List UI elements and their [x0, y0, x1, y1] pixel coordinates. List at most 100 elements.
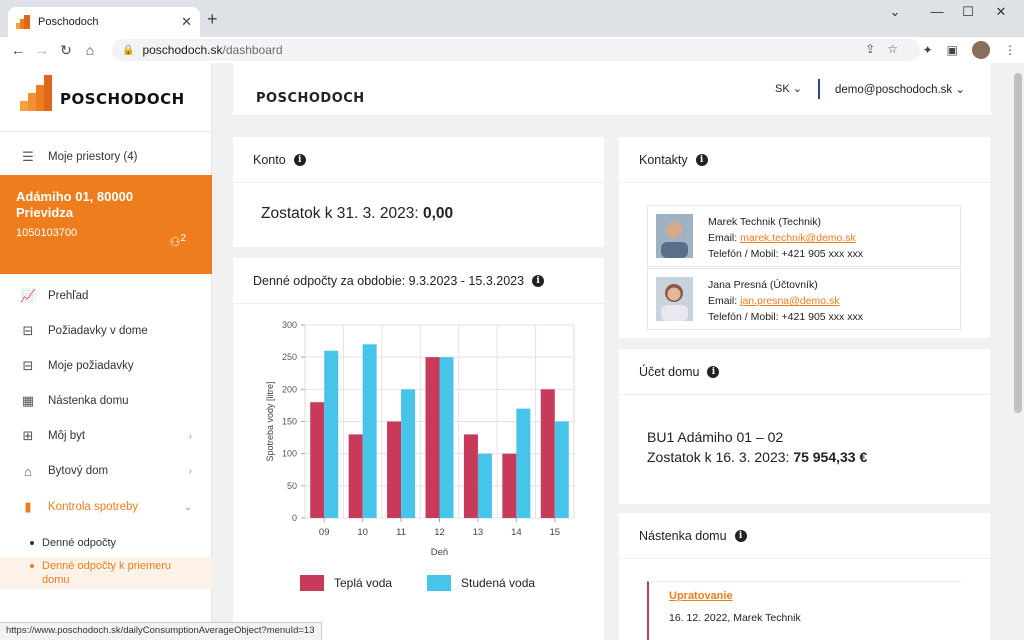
legend-swatch — [427, 575, 451, 591]
bar-cold-09 — [324, 350, 339, 518]
y-tick-label: 250 — [282, 352, 297, 362]
bar-hot-12 — [425, 357, 440, 518]
sidebar-item-label: Moje požiadavky — [48, 360, 134, 372]
card-header: Kontakty i — [619, 137, 990, 183]
address-bar[interactable]: 🔒 poschodoch.sk/dashboard ⇪☆ — [112, 39, 920, 61]
account-balance: Zostatok k 31. 3. 2023: 0,00 — [261, 205, 454, 222]
floorplan-icon: ⊞ — [22, 428, 34, 443]
chevron-down-icon: ⌄ — [792, 83, 802, 95]
sidebar-item-kontrola-spotreby[interactable]: ▮ Kontrola spotreby ⌄ — [0, 490, 212, 524]
readings-card: Denné odpočty za obdobie: 9.3.2023 - 15.… — [233, 258, 604, 640]
sidebar-item-label: Kontrola spotreby — [48, 501, 139, 513]
calendar-icon: ▦ — [21, 393, 35, 408]
share-bookmark-icons[interactable]: ⇪☆ — [865, 42, 910, 56]
consumption-chart: 0 50 100 150 200 250 300 09 10 11 12 13 14 15 Deň Spotr… — [265, 320, 575, 558]
info-icon[interactable]: i — [734, 529, 747, 542]
reload-icon[interactable]: ↻ — [54, 42, 78, 59]
info-icon[interactable]: i — [707, 365, 720, 378]
info-icon[interactable]: i — [293, 153, 306, 166]
users-icon: ⚇ — [169, 235, 181, 249]
maximize-icon[interactable]: ☐ — [953, 4, 983, 20]
browser-toolbar: ← → ↻ ⌂ 🔒 poschodoch.sk/dashboard ⇪☆ ✦ ▣… — [0, 37, 1024, 63]
x-tick-label: 11 — [396, 527, 406, 538]
close-window-icon[interactable]: ✕ — [986, 4, 1016, 20]
card-header: Nástenka domu i — [619, 513, 990, 559]
bar-cold-10 — [362, 344, 377, 518]
legend-swatch — [300, 575, 324, 591]
header-brand: POSCHODOCH — [256, 91, 365, 106]
language-select[interactable]: SK ⌄ — [775, 82, 802, 95]
sidebar-item-moj-byt[interactable]: ⊞ Môj byt › — [0, 419, 212, 453]
back-icon[interactable]: ← — [6, 42, 30, 58]
bar-chart-icon: ▮ — [24, 499, 32, 514]
chevron-right-icon: › — [188, 430, 192, 442]
sidebar-item-nastenka[interactable]: ▦ Nástenka domu — [0, 384, 212, 418]
contact-photo — [656, 277, 693, 321]
contact-email-link[interactable]: jan.presna@demo.sk — [740, 295, 839, 307]
minimize-icon[interactable]: — — [922, 4, 952, 19]
bar-hot-11 — [387, 421, 402, 518]
sidebar-item-label: Bytový dom — [48, 465, 109, 477]
house-balance: Zostatok k 16. 3. 2023: 75 954,33 € — [647, 449, 868, 465]
browser-tab[interactable]: Poschodoch ✕ — [8, 7, 200, 37]
url-text: poschodoch.sk/dashboard — [142, 43, 283, 57]
menu-icon[interactable]: ⋮ — [1004, 43, 1016, 57]
sidebar-item-prehlad[interactable]: 📈 Prehľad — [0, 279, 212, 313]
profile-avatar[interactable] — [972, 41, 990, 59]
card-header: Účet domu i — [619, 349, 990, 395]
y-tick-label: 200 — [282, 384, 297, 394]
info-icon[interactable]: i — [695, 153, 708, 166]
bar-hot-13 — [463, 434, 478, 518]
x-axis-label: Deň — [431, 547, 448, 558]
sidepanel-icon[interactable]: ▣ — [947, 43, 958, 57]
logo-mark-icon — [20, 75, 56, 111]
sliders-icon: ☰ — [22, 149, 34, 164]
premises-label: Moje priestory (4) — [48, 151, 138, 163]
logo[interactable]: POSCHODOCH — [20, 73, 200, 113]
x-tick-label: 10 — [357, 527, 368, 538]
home-icon[interactable]: ⌂ — [78, 42, 102, 58]
bar-hot-15 — [540, 389, 555, 518]
sidebar-item-poziadavky-v-dome[interactable]: ⊟ Požiadavky v dome — [0, 314, 212, 348]
notice-title[interactable]: Upratovanie — [669, 590, 961, 602]
forward-icon[interactable]: → — [30, 42, 54, 58]
user-menu[interactable]: demo@poschodoch.sk ⌄ — [835, 82, 965, 96]
y-axis-label: Spotreba vody [litre] — [265, 381, 275, 461]
scrollbar-thumb[interactable] — [1014, 73, 1022, 413]
bar-cold-15 — [554, 421, 569, 518]
contact-email-link[interactable]: marek.technik@demo.sk — [740, 232, 856, 244]
sidebar-item-label: Prehľad — [48, 290, 89, 302]
sidebar-item-moje-poziadavky[interactable]: ⊟ Moje požiadavky — [0, 349, 212, 383]
lock-icon: 🔒 — [122, 44, 135, 56]
extensions-icon[interactable]: ✦ — [923, 43, 933, 57]
close-tab-icon[interactable]: ✕ — [181, 14, 192, 30]
sidebar-item-label: Požiadavky v dome — [48, 325, 148, 337]
legend-item-hot[interactable]: Teplá voda — [300, 575, 392, 591]
account-name: BU1 Adámiho 01 – 02 — [647, 429, 784, 445]
new-tab-icon[interactable]: + — [207, 10, 218, 28]
sidebar-item-bytovy-dom[interactable]: ⌂ Bytový dom › — [0, 454, 212, 488]
info-icon[interactable]: i — [532, 274, 545, 287]
contact-photo — [656, 214, 693, 258]
y-tick-label: 100 — [282, 449, 297, 459]
x-tick-label: 09 — [319, 527, 330, 538]
property-name: Adámiho 01, 80000 Prievidza — [16, 189, 134, 220]
subitem-denne-odpocty[interactable]: Denné odpočty — [0, 533, 212, 553]
bar-cold-12 — [439, 357, 454, 518]
selected-property[interactable]: Adámiho 01, 80000 Prievidza 1050103700 ⚇2 — [0, 175, 212, 274]
contact-item: Jana Presná (Účtovník) Email: jan.presna… — [647, 268, 961, 330]
x-tick-label: 13 — [473, 527, 484, 538]
y-tick-label: 0 — [292, 513, 297, 523]
scrollbar[interactable] — [1012, 63, 1024, 640]
premises-menu-item[interactable]: ☰ Moje priestory (4) — [0, 140, 212, 174]
x-tick-label: 12 — [434, 527, 445, 538]
subitem-denne-odpocty-priemer[interactable]: Denné odpočty k priemeru domu — [0, 557, 212, 589]
inbox-icon: ⊟ — [22, 323, 34, 338]
inbox-icon: ⊟ — [22, 358, 34, 373]
bar-cold-14 — [516, 408, 531, 518]
contact-name: Marek Technik (Technik) — [708, 216, 822, 228]
legend-item-cold[interactable]: Studená voda — [427, 575, 535, 591]
collapse-icon[interactable]: ⌄ — [880, 4, 910, 20]
status-url: https://www.poschodoch.sk/dailyConsumpti… — [0, 622, 322, 640]
notice-item[interactable]: Upratovanie 16. 12. 2022, Marek Technik — [647, 581, 961, 640]
